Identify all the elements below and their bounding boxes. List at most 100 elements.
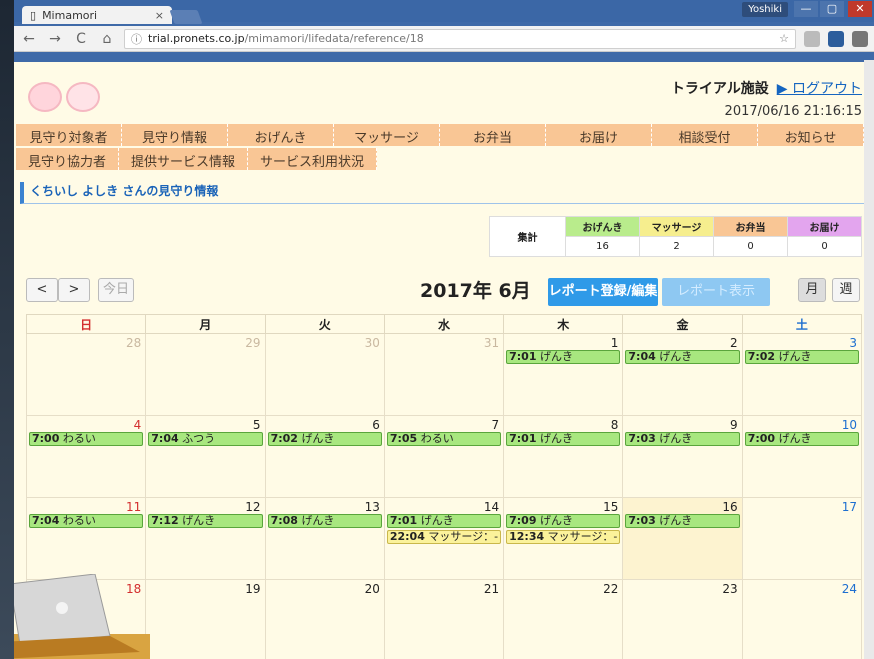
calendar-day-cell[interactable]: 1 7:01 げんき [503,333,624,416]
ogenki-event[interactable]: 7:00 わるい [29,432,144,446]
calendar-day-cell[interactable]: 15 7:09 げんき 12:34 マッサージ：- [503,497,624,580]
next-month-button[interactable]: > [58,278,90,302]
ogenki-event[interactable]: 7:05 わるい [386,432,502,446]
ogenki-event[interactable]: 7:04 わるい [29,514,144,528]
calendar-day-cell[interactable]: 11 7:04 わるい [25,497,147,580]
ogenki-event[interactable]: 7:01 げんき [506,432,621,446]
calendar-week-row: 28 29 30 31 1 7:01 げんき 2 7:04 げんき 3 7:02 げんき [25,333,863,416]
calendar-day-cell[interactable]: 20 [264,579,385,659]
ogenki-event[interactable]: 7:04 げんき [625,350,740,364]
new-tab-button[interactable] [169,10,203,24]
nav-item-service-info[interactable]: 提供サービス情報 [119,148,249,170]
section-title: くちいし よしき さんの見守り情報 [20,182,864,204]
nav-item-subjects[interactable]: 見守り対象者 [16,124,122,146]
nav-item-massage[interactable]: マッサージ [334,124,440,146]
calendar-day-cell[interactable]: 2 7:04 げんき [622,333,743,416]
week-view-button[interactable]: 週 [832,278,860,302]
weekday-mon: 月 [145,314,266,334]
calendar-day-cell[interactable]: 12 7:12 げんき [145,497,266,580]
logout-link[interactable]: ▶ ログアウト [777,81,862,97]
browser-tab[interactable]: ▯ Mimamori × [22,6,172,24]
day-number: 10 [841,418,857,432]
day-number: 29 [245,336,261,350]
reload-icon[interactable]: C [72,31,90,47]
event-time: 7:04 [151,432,179,445]
tab-close-icon[interactable]: × [155,9,164,22]
ogenki-event[interactable]: 7:01 げんき [386,514,502,528]
calendar-day-cell[interactable]: 3 7:02 げんき [741,333,863,416]
calendar-day-cell[interactable]: 8 7:01 げんき [503,415,624,498]
calendar-day-cell[interactable]: 19 [145,579,266,659]
report-edit-button[interactable]: レポート登録/編集 [548,278,658,306]
calendar-day-cell[interactable]: 9 7:03 げんき [622,415,743,498]
calendar-day-cell[interactable]: 28 [25,333,147,416]
day-number: 24 [841,582,857,596]
today-button[interactable]: 今日 [98,278,134,302]
calendar-day-cell[interactable]: 21 [383,579,505,659]
maximize-icon[interactable]: ▢ [820,1,844,17]
event-time: 7:04 [628,350,656,363]
massage-event[interactable]: 22:04 マッサージ：- [386,530,502,544]
calendar-day-cell[interactable]: 10 7:00 げんき [741,415,863,498]
month-view-button[interactable]: 月 [798,278,826,302]
calendar-day-cell[interactable]: 24 [741,579,863,659]
extension-pen-icon[interactable] [852,30,868,47]
calendar-day-cell[interactable]: 4 7:00 わるい [25,415,147,498]
back-icon[interactable]: ← [20,31,38,47]
minimize-icon[interactable]: — [794,1,818,17]
ogenki-event[interactable]: 7:03 げんき [625,514,740,528]
calendar-day-cell[interactable]: 14 7:01 げんき 22:04 マッサージ：- [383,497,505,580]
day-number: 1 [610,336,619,350]
nav-item-delivery[interactable]: お届け [546,124,652,146]
event-text: げんき [540,432,573,445]
forward-icon[interactable]: → [46,31,64,47]
event-text: ふつう [182,432,216,445]
info-icon[interactable]: ⓘ [131,31,142,47]
calendar-day-cell[interactable]: 23 [622,579,743,659]
weekday-fri: 金 [622,314,743,334]
ogenki-event[interactable]: 7:02 げんき [267,432,382,446]
ogenki-event[interactable]: 7:01 げんき [506,350,621,364]
window-close-icon[interactable]: ✕ [848,1,872,17]
calendar-day-cell[interactable]: 5 7:04 ふつう [145,415,266,498]
bookmark-star-icon[interactable]: ☆ [779,32,789,45]
ogenki-event[interactable]: 7:00 げんき [744,432,859,446]
ogenki-event[interactable]: 7:12 げんき [148,514,263,528]
calendar-day-cell[interactable]: 6 7:02 げんき [264,415,385,498]
calendar-day-cell[interactable]: 22 [503,579,624,659]
nav-item-bento[interactable]: お弁当 [440,124,546,146]
calendar-day-cell[interactable]: 16 7:03 げんき [622,497,743,580]
ogenki-event[interactable]: 7:08 げんき [267,514,382,528]
profile-button[interactable]: Yoshiki [742,2,788,17]
address-bar[interactable]: ⓘ trial.pronets.co.jp/mimamori/lifedata/… [124,28,796,49]
report-view-button[interactable]: レポート表示 [662,278,770,306]
ogenki-event[interactable]: 7:04 ふつう [148,432,263,446]
calendar-day-cell[interactable]: 31 [383,333,505,416]
main-nav: 見守り対象者 見守り情報 おげんき マッサージ お弁当 お届け 相談受付 お知ら… [16,124,864,146]
extension-chart-icon[interactable] [828,30,844,47]
calendar-day-cell[interactable]: 7 7:05 わるい [383,415,505,498]
event-time: 12:34 [509,530,545,543]
nav-item-service-usage[interactable]: サービス利用状況 [248,148,378,170]
ogenki-event[interactable]: 7:09 げんき [506,514,621,528]
day-number: 19 [245,582,261,596]
url-host: trial.pronets.co.jp [148,32,245,45]
nav-item-ogenki[interactable]: おげんき [228,124,334,146]
calendar-day-cell[interactable]: 13 7:08 げんき [264,497,385,580]
extension-icon[interactable] [804,30,820,47]
nav-item-notices[interactable]: お知らせ [758,124,864,146]
home-icon[interactable]: ⌂ [98,31,116,47]
nav-item-watch-info[interactable]: 見守り情報 [122,124,228,146]
calendar-day-cell[interactable]: 17 [741,497,863,580]
prev-month-button[interactable]: < [26,278,58,302]
ogenki-event[interactable]: 7:03 げんき [625,432,740,446]
ogenki-event[interactable]: 7:02 げんき [744,350,859,364]
event-time: 7:01 [389,514,418,527]
calendar-day-cell[interactable]: 30 [264,333,385,416]
massage-event[interactable]: 12:34 マッサージ：- [506,530,621,544]
event-time: 7:00 [747,432,776,445]
calendar-title: 2017年 6月 [420,280,531,302]
nav-item-consultation[interactable]: 相談受付 [652,124,758,146]
nav-item-helpers[interactable]: 見守り協力者 [16,148,120,170]
calendar-day-cell[interactable]: 29 [145,333,266,416]
